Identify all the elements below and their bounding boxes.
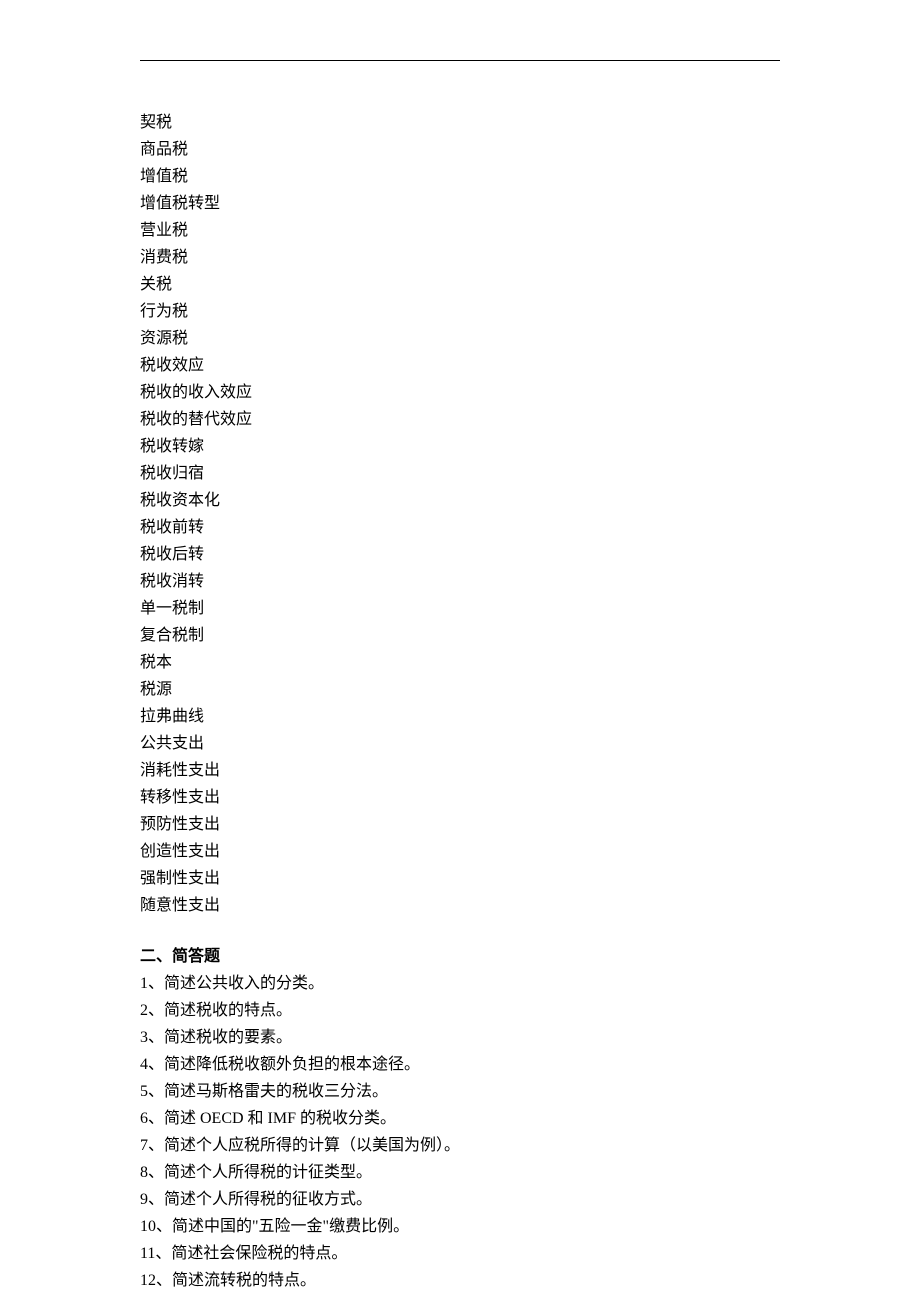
term-list: 契税 商品税 增值税 增值税转型 营业税 消费税 关税 行为税 资源税 税收效应… xyxy=(140,109,780,919)
term-item: 拉弗曲线 xyxy=(140,703,780,730)
question-item: 10、简述中国的"五险一金"缴费比例。 xyxy=(140,1213,780,1240)
question-item: 2、简述税收的特点。 xyxy=(140,997,780,1024)
question-item: 3、简述税收的要素。 xyxy=(140,1024,780,1051)
question-item: 9、简述个人所得税的征收方式。 xyxy=(140,1186,780,1213)
term-item: 营业税 xyxy=(140,217,780,244)
term-item: 税收效应 xyxy=(140,352,780,379)
term-item: 复合税制 xyxy=(140,622,780,649)
term-item: 税源 xyxy=(140,676,780,703)
term-item: 转移性支出 xyxy=(140,784,780,811)
term-item: 税收归宿 xyxy=(140,460,780,487)
term-item: 增值税 xyxy=(140,163,780,190)
question-item: 7、简述个人应税所得的计算（以美国为例）。 xyxy=(140,1132,780,1159)
term-item: 消费税 xyxy=(140,244,780,271)
question-item: 5、简述马斯格雷夫的税收三分法。 xyxy=(140,1078,780,1105)
term-item: 税本 xyxy=(140,649,780,676)
horizontal-rule xyxy=(140,60,780,61)
term-item: 行为税 xyxy=(140,298,780,325)
term-item: 契税 xyxy=(140,109,780,136)
term-item: 消耗性支出 xyxy=(140,757,780,784)
term-item: 税收消转 xyxy=(140,568,780,595)
term-item: 强制性支出 xyxy=(140,865,780,892)
term-item: 公共支出 xyxy=(140,730,780,757)
question-list: 1、简述公共收入的分类。 2、简述税收的特点。 3、简述税收的要素。 4、简述降… xyxy=(140,970,780,1294)
term-item: 随意性支出 xyxy=(140,892,780,919)
question-item: 11、简述社会保险税的特点。 xyxy=(140,1240,780,1267)
question-item: 8、简述个人所得税的计征类型。 xyxy=(140,1159,780,1186)
term-item: 创造性支出 xyxy=(140,838,780,865)
section-heading: 二、简答题 xyxy=(140,943,780,970)
question-item: 4、简述降低税收额外负担的根本途径。 xyxy=(140,1051,780,1078)
term-item: 资源税 xyxy=(140,325,780,352)
question-item: 6、简述 OECD 和 IMF 的税收分类。 xyxy=(140,1105,780,1132)
term-item: 税收的收入效应 xyxy=(140,379,780,406)
term-item: 税收的替代效应 xyxy=(140,406,780,433)
question-item: 1、简述公共收入的分类。 xyxy=(140,970,780,997)
term-item: 税收后转 xyxy=(140,541,780,568)
question-item: 12、简述流转税的特点。 xyxy=(140,1267,780,1294)
term-item: 商品税 xyxy=(140,136,780,163)
term-item: 税收前转 xyxy=(140,514,780,541)
term-item: 预防性支出 xyxy=(140,811,780,838)
term-item: 增值税转型 xyxy=(140,190,780,217)
term-item: 关税 xyxy=(140,271,780,298)
term-item: 税收资本化 xyxy=(140,487,780,514)
term-item: 单一税制 xyxy=(140,595,780,622)
term-item: 税收转嫁 xyxy=(140,433,780,460)
